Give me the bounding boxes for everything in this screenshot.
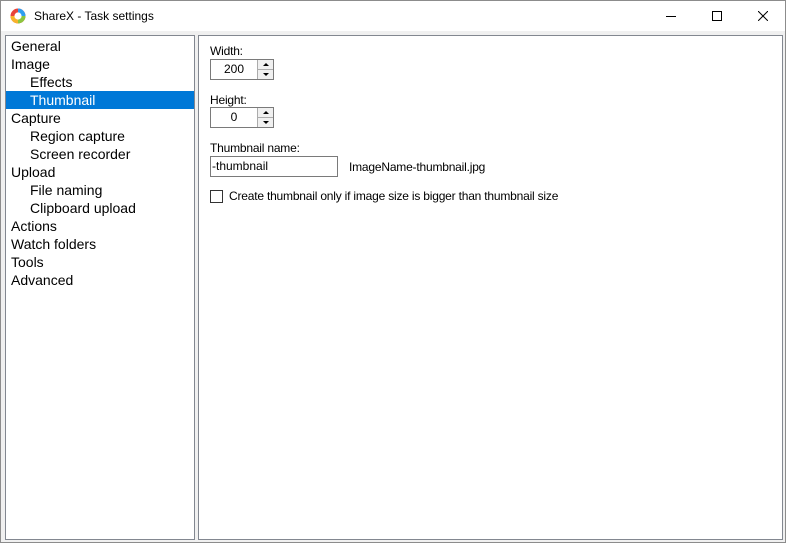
height-increment-button[interactable] [258,108,273,118]
only-if-bigger-checkbox[interactable] [210,190,223,203]
nav-item-clipboard-upload[interactable]: Clipboard upload [6,199,194,217]
task-settings-window: ShareX - Task settings General Image Eff… [0,0,786,543]
nav-item-tools[interactable]: Tools [6,253,194,271]
width-stepper-buttons [257,60,273,79]
arrow-down-icon [262,73,269,76]
height-label: Height: [210,93,247,107]
nav-item-advanced[interactable]: Advanced [6,271,194,289]
width-value[interactable]: 200 [211,60,257,79]
nav-item-capture[interactable]: Capture [6,109,194,127]
thumbnail-name-label: Thumbnail name: [210,141,300,155]
settings-nav-tree[interactable]: General Image Effects Thumbnail Capture … [5,35,195,540]
nav-item-effects[interactable]: Effects [6,73,194,91]
nav-item-thumbnail[interactable]: Thumbnail [6,91,194,109]
nav-item-file-naming[interactable]: File naming [6,181,194,199]
width-stepper[interactable]: 200 [210,59,274,80]
height-stepper[interactable]: 0 [210,107,274,128]
window-title: ShareX - Task settings [34,9,154,23]
minimize-button[interactable] [648,1,694,31]
only-if-bigger-label[interactable]: Create thumbnail only if image size is b… [229,189,558,203]
minimize-icon [666,16,676,17]
sharex-logo-icon [10,8,26,24]
nav-item-actions[interactable]: Actions [6,217,194,235]
nav-item-watch-folders[interactable]: Watch folders [6,235,194,253]
height-decrement-button[interactable] [258,118,273,127]
nav-item-general[interactable]: General [6,37,194,55]
arrow-down-icon [262,121,269,124]
thumbnail-name-input[interactable]: -thumbnail [210,156,338,177]
width-label: Width: [210,44,243,58]
thumbnail-settings-panel: Width: 200 Height: 0 Thumbnail name: -th… [198,35,783,540]
nav-item-image[interactable]: Image [6,55,194,73]
maximize-button[interactable] [694,1,740,31]
nav-item-screen-recorder[interactable]: Screen recorder [6,145,194,163]
thumbnail-name-preview: ImageName-thumbnail.jpg [349,160,486,174]
nav-item-region-capture[interactable]: Region capture [6,127,194,145]
title-bar[interactable]: ShareX - Task settings [1,1,785,31]
arrow-up-icon [262,63,269,66]
width-decrement-button[interactable] [258,70,273,79]
height-stepper-buttons [257,108,273,127]
nav-item-upload[interactable]: Upload [6,163,194,181]
width-increment-button[interactable] [258,60,273,70]
maximize-icon [712,11,722,21]
close-icon [758,11,768,21]
arrow-up-icon [262,111,269,114]
close-button[interactable] [740,1,786,31]
height-value[interactable]: 0 [211,108,257,127]
